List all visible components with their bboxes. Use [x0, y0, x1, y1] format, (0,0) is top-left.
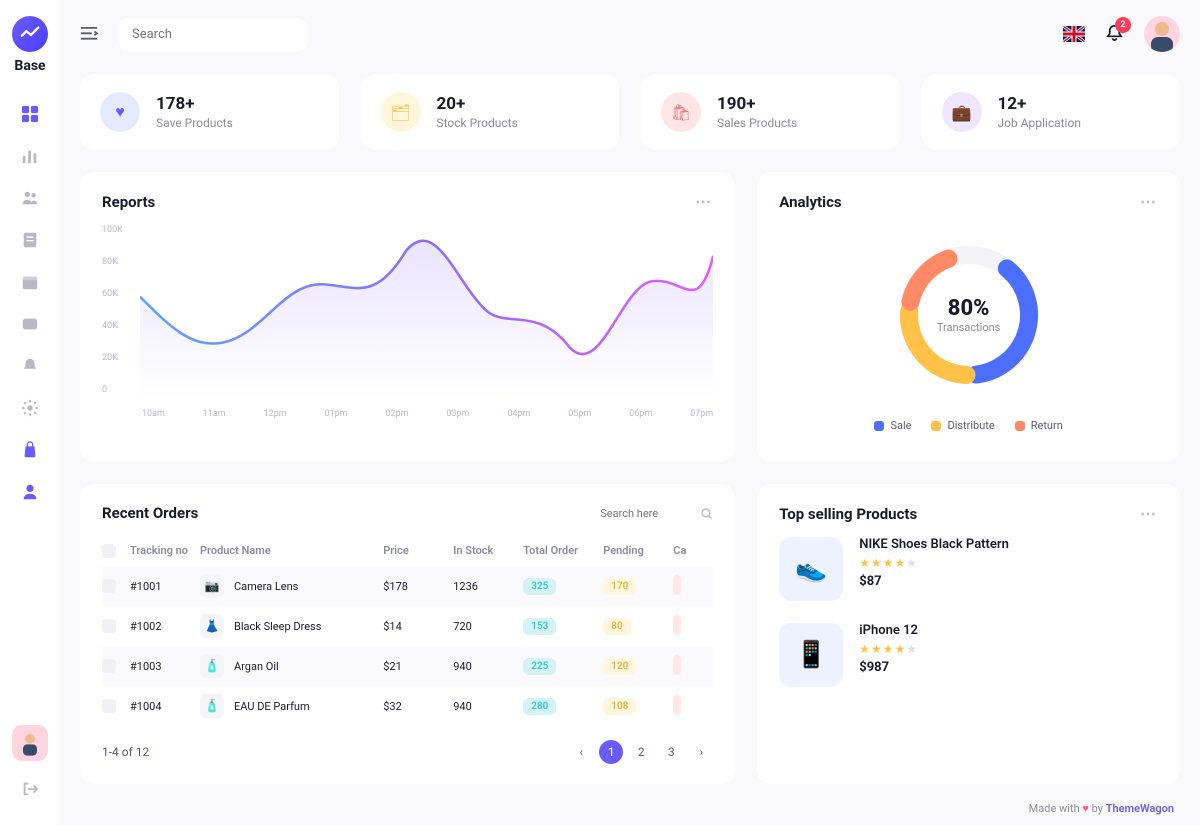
nav-messages-icon[interactable] [20, 314, 40, 334]
box-icon: 🗂 [381, 92, 421, 132]
analytics-panel: Analytics ⋯ 80% Transactions [757, 172, 1180, 462]
table-row[interactable]: #1003 🧴Argan Oil $21 940 225 120 [102, 646, 713, 686]
main-content: 2 ♥ 178+Save Products 🗂 20+Stock Product… [60, 0, 1200, 825]
top-products-panel: Top selling Products ⋯ 👟 NIKE Shoes Blac… [757, 484, 1180, 784]
rating-stars: ★★★★★ [859, 642, 918, 656]
nav-dashboard-icon[interactable] [20, 104, 40, 124]
table-row[interactable]: #1002 👗Black Sleep Dress $14 720 153 80 [102, 606, 713, 646]
nav-profile-icon[interactable] [20, 482, 40, 502]
search-box[interactable] [118, 18, 308, 51]
nav-settings-icon[interactable] [20, 398, 40, 418]
user-avatar[interactable] [1144, 16, 1180, 52]
more-icon[interactable]: ⋯ [1140, 504, 1158, 523]
product-thumb: 📷 [200, 574, 224, 598]
checkbox[interactable] [102, 699, 116, 713]
pager-next[interactable]: › [689, 740, 713, 764]
analytics-donut: 80% Transactions [889, 235, 1049, 395]
analytics-legend: Sale Distribute Return [874, 419, 1062, 432]
orders-search[interactable] [600, 507, 713, 520]
bag-icon: 🛍 [661, 92, 701, 132]
top-products-title: Top selling Products [779, 505, 917, 523]
notification-badge: 2 [1115, 17, 1131, 33]
stat-card-jobs: 💼 12+Job Application [922, 74, 1181, 150]
product-image: 👟 [779, 537, 843, 601]
rating-stars: ★★★★★ [859, 556, 1009, 570]
stat-card-stock: 🗂 20+Stock Products [361, 74, 620, 150]
footer: Made with ♥ by ThemeWagon [80, 802, 1180, 815]
search-icon [700, 507, 713, 520]
product-image: 📱 [779, 623, 843, 687]
orders-search-input[interactable] [600, 507, 690, 520]
nav-users-icon[interactable] [20, 188, 40, 208]
orders-panel: Recent Orders Tracking no Product Name P… [80, 484, 735, 784]
pager-page[interactable]: 2 [629, 740, 653, 764]
pager-prev[interactable]: ‹ [569, 740, 593, 764]
stat-card-save: ♥ 178+Save Products [80, 74, 339, 150]
orders-table: Tracking no Product Name Price In Stock … [102, 536, 713, 726]
nav-analytics-icon[interactable] [20, 146, 40, 166]
search-input[interactable] [132, 27, 298, 42]
brand-logo[interactable] [12, 16, 48, 52]
top-product-item[interactable]: 👟 NIKE Shoes Black Pattern ★★★★★ $87 [779, 537, 1158, 601]
nav-notifications-icon[interactable] [20, 356, 40, 376]
orders-title: Recent Orders [102, 504, 198, 522]
nav-calendar-icon[interactable] [20, 272, 40, 292]
reports-title: Reports [102, 193, 155, 211]
pager-page[interactable]: 3 [659, 740, 683, 764]
more-icon[interactable]: ⋯ [695, 192, 713, 211]
footer-author-link[interactable]: ThemeWagon [1106, 802, 1174, 815]
product-thumb: 👗 [200, 614, 224, 638]
checkbox[interactable] [102, 544, 116, 558]
pager-page[interactable]: 1 [599, 740, 623, 764]
stat-card-sales: 🛍 190+Sales Products [641, 74, 900, 150]
sidebar: Base [0, 0, 60, 825]
sidebar-avatar[interactable] [12, 725, 48, 761]
more-icon[interactable]: ⋯ [1140, 192, 1158, 211]
reports-panel: Reports ⋯ 100K 80K 60K 40K 20K 0 [80, 172, 735, 462]
checkbox[interactable] [102, 579, 116, 593]
reports-chart: 100K 80K 60K 40K 20K 0 [102, 225, 713, 425]
pager-info: 1-4 of 12 [102, 745, 149, 759]
nav-products-icon[interactable] [20, 440, 40, 460]
product-thumb: 🧴 [200, 694, 224, 718]
topbar: 2 [80, 16, 1180, 52]
language-flag[interactable] [1063, 26, 1085, 42]
product-thumb: 🧴 [200, 654, 224, 678]
nav-invoice-icon[interactable] [20, 230, 40, 250]
briefcase-icon: 💼 [942, 92, 982, 132]
checkbox[interactable] [102, 619, 116, 633]
checkbox[interactable] [102, 659, 116, 673]
top-product-item[interactable]: 📱 iPhone 12 ★★★★★ $987 [779, 623, 1158, 687]
analytics-title: Analytics [779, 193, 841, 211]
heart-icon: ♥ [100, 92, 140, 132]
notification-bell[interactable]: 2 [1105, 23, 1124, 46]
logout-icon[interactable] [20, 779, 40, 799]
menu-toggle-icon[interactable] [80, 25, 98, 44]
table-row[interactable]: #1001 📷Camera Lens $178 1236 325 170 [102, 566, 713, 606]
table-row[interactable]: #1004 🧴EAU DE Parfum $32 940 280 108 [102, 686, 713, 726]
brand-name: Base [14, 58, 45, 74]
